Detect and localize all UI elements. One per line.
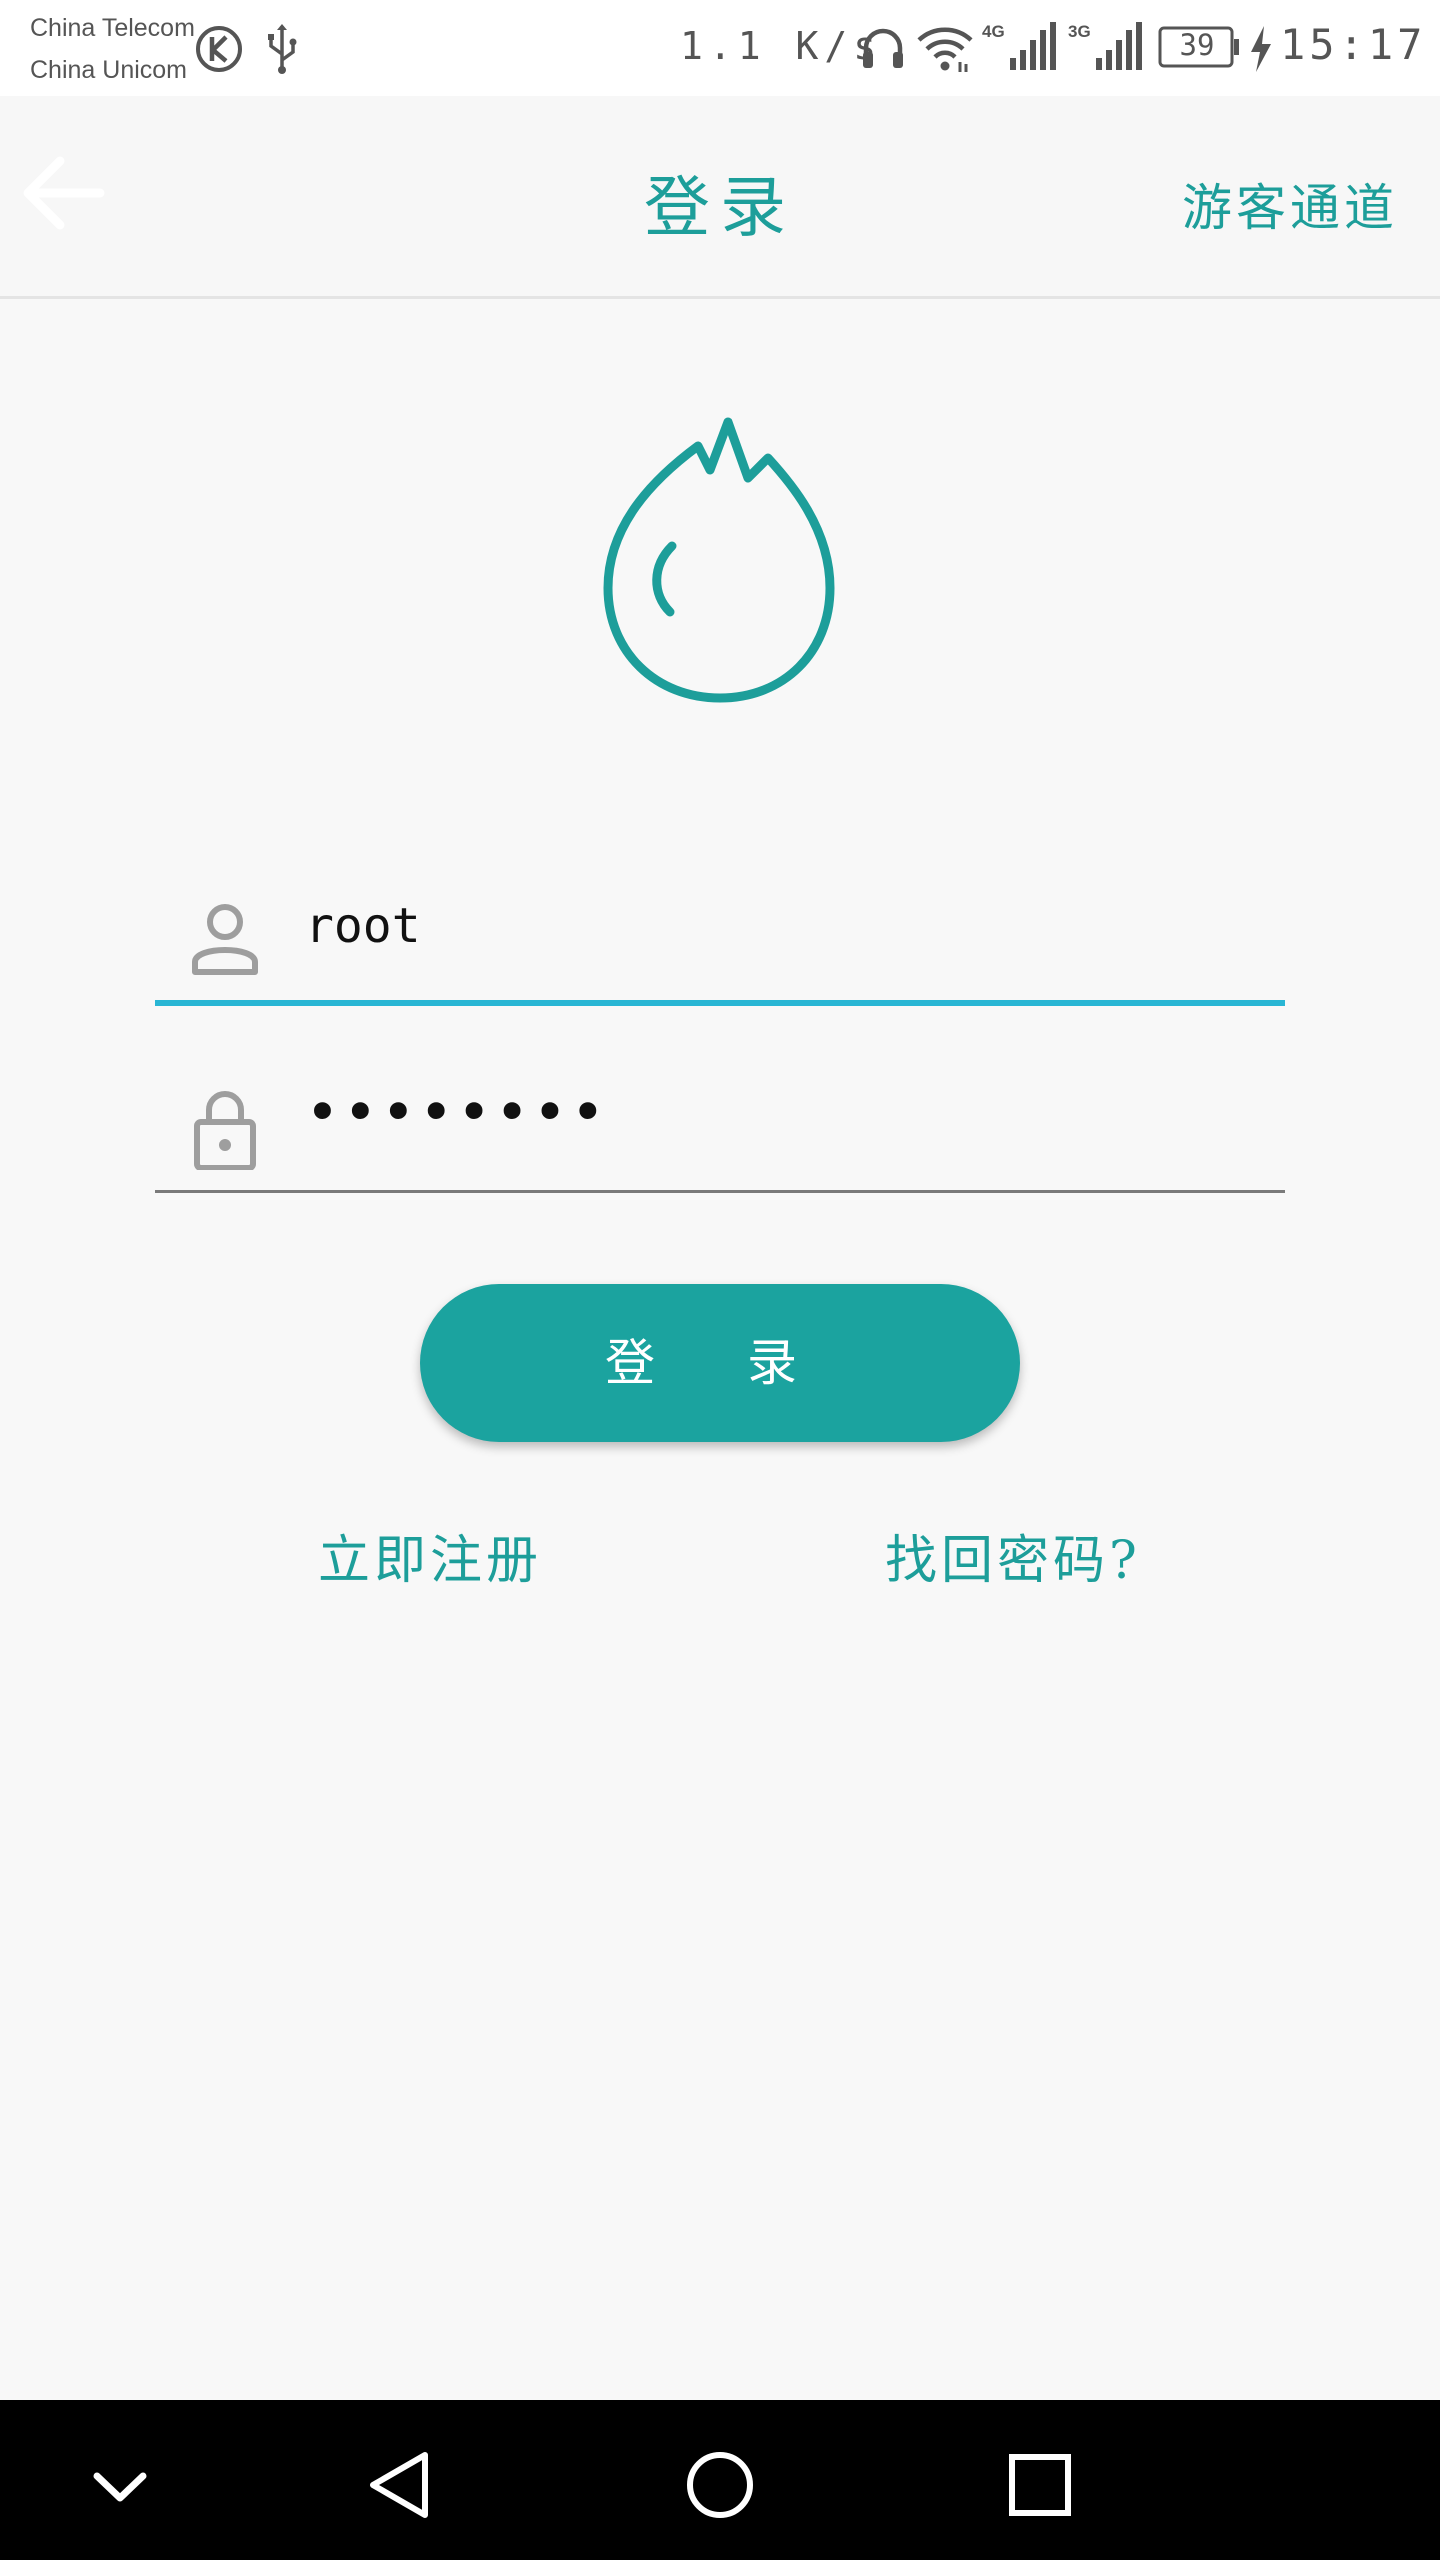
k-app-icon <box>196 26 242 72</box>
carrier-2-label: China Unicom <box>30 56 188 84</box>
charging-icon <box>1251 26 1271 72</box>
register-link[interactable]: 立即注册 <box>318 1518 542 1593</box>
password-field[interactable]: •••••••• <box>155 1060 1285 1193</box>
battery-level-label: 39 <box>1179 28 1215 62</box>
system-nav-bar <box>0 2400 1440 2560</box>
password-value[interactable]: •••••••• <box>305 1078 608 1146</box>
carrier-1-label: China Telecom <box>30 14 195 42</box>
user-icon <box>192 904 258 975</box>
username-field[interactable]: root <box>155 870 1285 1006</box>
lock-icon <box>194 1091 256 1170</box>
wifi-icon <box>917 27 973 72</box>
flame-drop-logo <box>603 417 835 703</box>
network-3g-label: 3G <box>1068 22 1091 41</box>
usb-icon <box>268 24 297 74</box>
clock-label: 15:17 <box>1280 20 1427 69</box>
headset-icon <box>863 28 903 68</box>
login-button[interactable]: 登 录 <box>420 1284 1020 1442</box>
home-circle-icon[interactable] <box>675 2440 765 2530</box>
app-bar: 登录 游客通道 <box>0 96 1440 299</box>
back-triangle-icon[interactable] <box>355 2440 445 2530</box>
username-value[interactable]: root <box>305 898 421 954</box>
recents-square-icon[interactable] <box>995 2440 1085 2530</box>
chevron-down-icon[interactable] <box>75 2440 165 2530</box>
guest-entry-link[interactable]: 游客通道 <box>1182 168 1398 240</box>
net-speed-label: 1.1 K/s <box>680 24 883 68</box>
network-4g-label: 4G <box>982 22 1005 41</box>
status-bar: China Telecom China Unicom 1.1 K/s 4G 3G… <box>0 0 1440 96</box>
forgot-password-link[interactable]: 找回密码? <box>885 1518 1141 1593</box>
